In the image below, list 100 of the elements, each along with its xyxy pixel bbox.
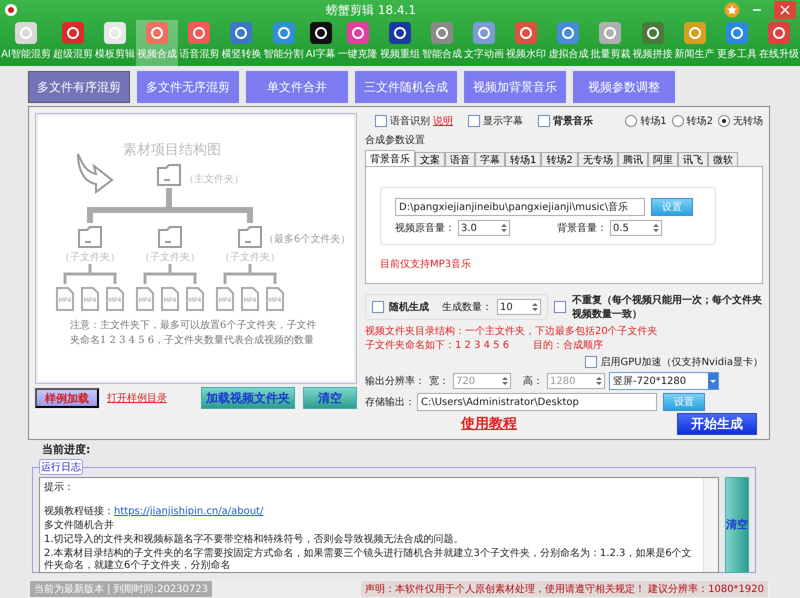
tile-icon xyxy=(229,21,254,45)
toolbar-button[interactable]: 智能分割 xyxy=(262,20,305,66)
number-field[interactable]: 3.0 xyxy=(458,220,510,236)
settings-tab[interactable]: 无专场 xyxy=(578,152,618,166)
settings-tab[interactable]: 阿里 xyxy=(648,152,678,166)
toolbar-button[interactable]: AI智能混剪 xyxy=(0,20,52,66)
settings-tab[interactable]: 微软 xyxy=(708,152,738,166)
close-button[interactable] xyxy=(774,1,796,19)
star-badge-icon[interactable] xyxy=(724,2,740,18)
set-button[interactable]: 设置 xyxy=(651,198,693,216)
settings-tab[interactable]: 背景音乐 xyxy=(365,150,415,166)
settings-tab[interactable]: 字幕 xyxy=(475,152,505,166)
tile-icon xyxy=(346,21,370,45)
toolbar-button[interactable]: 语音混剪 xyxy=(178,20,220,66)
tree-connector xyxy=(64,262,116,286)
spin-arrows-icon xyxy=(499,221,509,235)
field-label: 宽： xyxy=(429,374,449,388)
field-label: 存储输出： xyxy=(365,396,415,409)
toolbar-button[interactable]: 新闻生产 xyxy=(674,20,716,66)
toolbar-button[interactable]: 批量剪裁 xyxy=(589,20,632,66)
field-label: 输出分辨率： xyxy=(365,374,425,388)
load-sample-button[interactable]: 样例加载 xyxy=(35,388,99,408)
number-field[interactable]: 10 xyxy=(497,299,541,315)
toolbar-button[interactable]: 模板剪辑 xyxy=(94,20,136,66)
radio-button[interactable] xyxy=(718,114,730,126)
mode-tab[interactable]: 多文件无序混剪 xyxy=(137,71,239,103)
open-sample-link[interactable]: 打开样例目录 xyxy=(107,391,167,405)
settings-tab[interactable]: 转场2 xyxy=(541,152,578,166)
field-label: 视频原音量： xyxy=(395,222,455,235)
settings-tab[interactable]: 转场1 xyxy=(505,152,542,166)
radio-button[interactable] xyxy=(625,114,638,126)
folder-limit-note: （最多6个文件夹） xyxy=(264,234,346,245)
resolution-dropdown[interactable]: 竖屏-720*1280 xyxy=(609,372,719,390)
tutorial-url-link[interactable]: https://jianjishipin.cn/a/about/ xyxy=(114,506,264,517)
clear-button[interactable]: 清空 xyxy=(303,387,357,409)
tutorial-link[interactable]: 使用教程 xyxy=(301,415,677,433)
file-icon xyxy=(136,287,154,311)
settings-tab[interactable]: 讯飞 xyxy=(678,152,708,166)
toolbar-button[interactable]: 视频重组 xyxy=(378,20,421,66)
toolbar-button[interactable]: 一键克隆 xyxy=(336,20,379,66)
checkbox[interactable] xyxy=(375,114,387,126)
spin-arrows-icon xyxy=(651,221,661,235)
help-link[interactable]: 说明 xyxy=(433,114,453,128)
toolbar-button[interactable]: 在线升级 xyxy=(758,20,800,66)
notice-status: 声明：本软件仅用于个人原创素材处理，使用请遵守相关规定！ 建议分辨率：1080*1920 xyxy=(360,581,768,597)
tile-icon xyxy=(766,21,791,45)
checkbox-label: 背景音乐 xyxy=(553,114,593,128)
toolbar-button[interactable]: 视频水印 xyxy=(505,20,548,66)
toolbar-button[interactable]: 横竖转换 xyxy=(220,20,263,66)
checkbox-label: 语音识别 xyxy=(390,114,430,128)
tile-icon xyxy=(145,21,170,45)
settings-tab[interactable]: 语音 xyxy=(445,152,475,166)
checkbox[interactable] xyxy=(372,301,384,313)
folder-icon xyxy=(157,164,181,186)
checkbox-label: 不重复（每个视频只能用一次；每个文件夹视频数量一致） xyxy=(572,294,763,321)
toolbar-button[interactable]: 虚拟合成 xyxy=(547,20,590,66)
mode-tab[interactable]: 视频加背景音乐 xyxy=(464,71,566,103)
toolbar-button[interactable]: 更多工具 xyxy=(716,20,758,66)
tile-icon xyxy=(187,21,212,45)
scrollbar[interactable] xyxy=(703,478,718,572)
output-path-field[interactable]: C:\Users\Administrator\Desktop xyxy=(417,393,657,411)
logo-icon xyxy=(4,3,18,17)
toolbar-button[interactable]: AI字幕 xyxy=(304,20,337,66)
mode-tab[interactable]: 三文件随机合成 xyxy=(355,71,457,103)
progress-label: 当前进度: xyxy=(42,442,92,457)
toolbar-button[interactable]: 视频拼接 xyxy=(631,20,674,66)
set-button[interactable]: 设置 xyxy=(663,393,705,411)
mode-tab[interactable]: 多文件有序混剪 xyxy=(28,71,130,103)
start-button[interactable]: 开始生成 xyxy=(677,413,757,435)
minimize-icon xyxy=(752,9,762,11)
radio-button[interactable] xyxy=(672,114,684,126)
settings-tab[interactable]: 文案 xyxy=(415,152,445,166)
close-icon xyxy=(780,5,790,15)
tree-connector xyxy=(144,262,196,286)
clear-log-button[interactable]: 清空 xyxy=(725,477,749,573)
toolbar-button[interactable]: 视频合成 xyxy=(136,20,178,66)
toolbar-button[interactable]: 超级混剪 xyxy=(52,20,94,66)
toolbar-button[interactable]: 智能合成 xyxy=(420,20,463,66)
folder-icon xyxy=(78,226,102,248)
settings-tab[interactable]: 腾讯 xyxy=(618,152,648,166)
curved-arrow-icon xyxy=(77,153,113,193)
field-label: 背景音量： xyxy=(557,222,607,235)
section-title: 合成参数设置 xyxy=(365,134,426,147)
tile-icon xyxy=(272,21,296,45)
structure-note: 目的：合成顺序 xyxy=(533,338,604,352)
checkbox[interactable] xyxy=(554,301,566,313)
load-folder-button[interactable]: 加载视频文件夹 xyxy=(201,387,295,409)
number-field[interactable]: 0.5 xyxy=(610,220,662,236)
checkbox[interactable] xyxy=(585,356,598,368)
music-path-field[interactable]: D:\pangxiejianjineibu\pangxiejianji\music\音乐 xyxy=(395,198,645,216)
checkbox[interactable] xyxy=(468,114,480,126)
file-icon xyxy=(106,287,124,311)
checkbox[interactable] xyxy=(538,114,550,126)
mode-tab[interactable]: 视频参数调整 xyxy=(573,71,675,103)
tile-icon xyxy=(60,21,85,45)
mode-tab[interactable]: 单文件合并 xyxy=(246,71,348,103)
file-icon xyxy=(216,287,234,311)
toolbar-button[interactable]: 文字动画 xyxy=(462,20,506,66)
tile-icon xyxy=(724,21,749,45)
structure-note: 子文件夹命名如下：1 2 3 4 5 6 xyxy=(365,338,510,352)
